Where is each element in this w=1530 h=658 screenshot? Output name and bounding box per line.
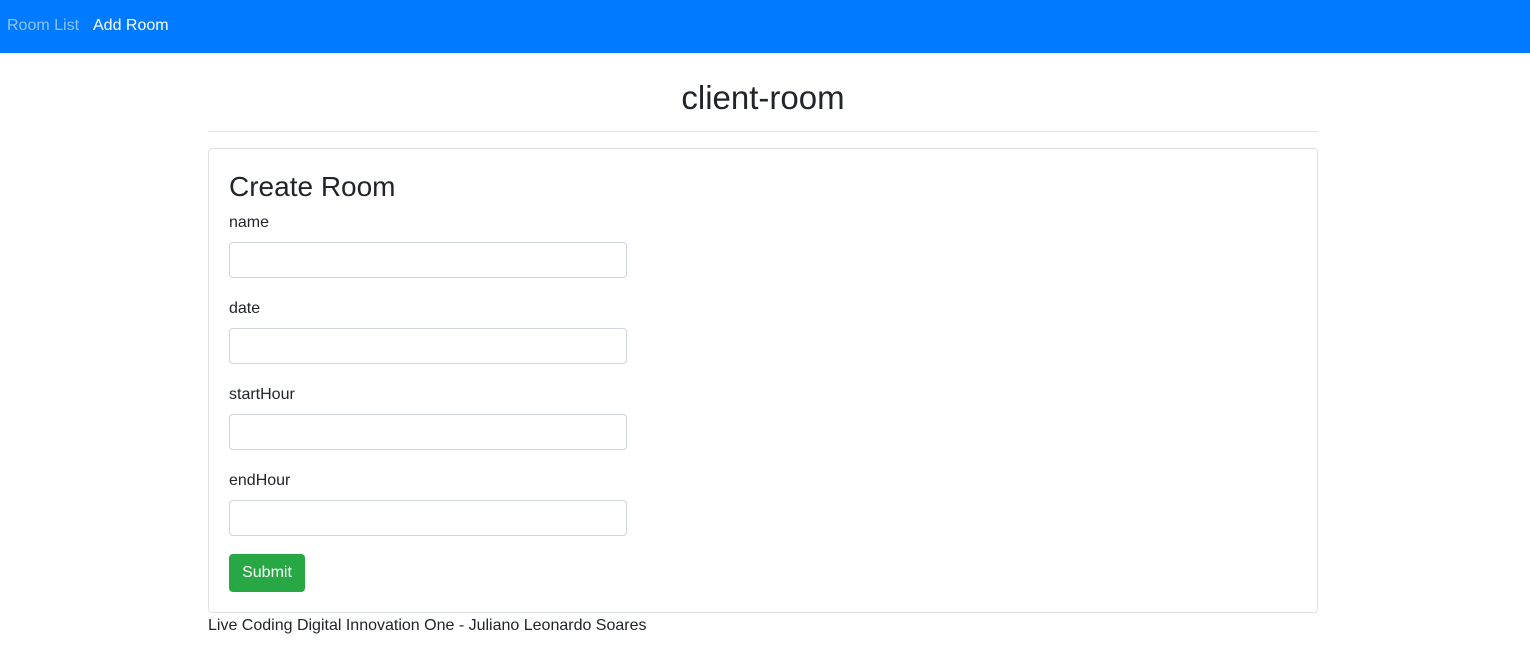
name-label: name [229, 214, 270, 231]
create-room-card: Create Room name date startHour endHour … [208, 148, 1318, 613]
nav-link-room-list[interactable]: Room List [7, 16, 79, 36]
nav-link-add-room[interactable]: Add Room [93, 16, 169, 36]
start-hour-label: startHour [229, 386, 295, 403]
navbar: Room List Add Room [0, 0, 1530, 53]
date-input[interactable] [229, 328, 627, 364]
form-title: Create Room [229, 171, 396, 202]
submit-button[interactable]: Submit [229, 554, 305, 592]
end-hour-label: endHour [229, 472, 291, 489]
end-hour-input[interactable] [229, 500, 627, 536]
start-hour-input[interactable] [229, 414, 627, 450]
title-divider [208, 131, 1318, 132]
name-input[interactable] [229, 242, 627, 278]
date-label: date [229, 300, 261, 317]
page-title: client-room [681, 79, 845, 116]
footer-credit: Live Coding Digital Innovation One - Jul… [208, 617, 647, 634]
